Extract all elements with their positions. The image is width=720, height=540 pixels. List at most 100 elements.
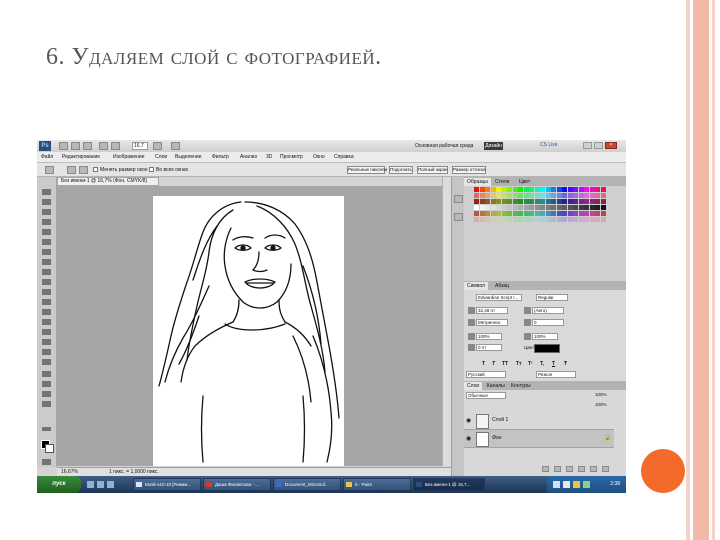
superscript-button[interactable]: T¹ xyxy=(528,361,533,367)
color-swatch[interactable] xyxy=(474,199,479,204)
color-swatch[interactable] xyxy=(540,199,545,204)
tab-character[interactable]: Символ xyxy=(464,282,489,290)
color-swatch[interactable] xyxy=(501,217,507,222)
adjustment-layer-icon[interactable] xyxy=(578,466,585,472)
color-swatch[interactable] xyxy=(573,205,578,210)
color-swatch[interactable] xyxy=(496,205,501,210)
color-swatch[interactable] xyxy=(600,187,606,192)
color-swatch[interactable] xyxy=(485,193,490,198)
status-zoom[interactable]: 16,67% xyxy=(61,468,78,476)
start-button[interactable]: пуск xyxy=(37,476,81,493)
color-swatch[interactable] xyxy=(507,193,512,198)
tray-icon[interactable] xyxy=(573,481,580,488)
color-swatch[interactable] xyxy=(551,199,556,204)
color-swatch[interactable] xyxy=(490,199,496,204)
color-swatch[interactable] xyxy=(589,193,595,198)
menu-filter[interactable]: Фильтр xyxy=(212,154,229,160)
close-button[interactable]: × xyxy=(605,142,617,149)
color-swatch[interactable] xyxy=(556,211,562,216)
color-swatch[interactable] xyxy=(496,187,501,192)
color-swatch[interactable] xyxy=(551,211,556,216)
actual-pixels-button[interactable]: Реальные пиксели xyxy=(347,166,387,174)
color-swatch[interactable] xyxy=(589,217,595,222)
menu-view[interactable]: Просмотр xyxy=(280,154,303,160)
document-tab[interactable]: Без имени-1 @ 16,7% (Фон, CMYK/8) xyxy=(57,177,159,186)
zoom-out-icon[interactable] xyxy=(79,166,88,174)
color-swatch[interactable] xyxy=(573,211,578,216)
color-swatch[interactable] xyxy=(523,199,529,204)
color-swatch[interactable] xyxy=(529,193,534,198)
color-swatch[interactable] xyxy=(485,187,490,192)
color-swatch[interactable] xyxy=(545,205,551,210)
zoom-in-icon[interactable] xyxy=(67,166,76,174)
eyedropper-tool-icon[interactable] xyxy=(42,239,51,245)
color-swatch[interactable] xyxy=(529,217,534,222)
color-swatch[interactable] xyxy=(512,211,518,216)
blur-tool-icon[interactable] xyxy=(42,309,51,315)
fill-field[interactable]: 100% xyxy=(594,402,612,409)
color-swatch[interactable] xyxy=(534,217,540,222)
color-swatch[interactable] xyxy=(523,217,529,222)
color-swatch[interactable] xyxy=(540,187,545,192)
layer-mask-icon[interactable] xyxy=(566,466,573,472)
color-swatch[interactable] xyxy=(540,217,545,222)
font-size-field[interactable]: 32,48 пт xyxy=(476,307,508,314)
screen-mode-icon[interactable] xyxy=(171,142,180,150)
color-swatch[interactable] xyxy=(551,193,556,198)
language-select[interactable]: Русский xyxy=(466,371,506,378)
color-swatch[interactable] xyxy=(534,199,540,204)
menu-help[interactable]: Справка xyxy=(334,154,354,160)
color-swatch[interactable] xyxy=(512,217,518,222)
fill-screen-button[interactable]: Полный экран xyxy=(417,166,448,174)
tracking-field[interactable]: 0 xyxy=(532,319,564,326)
font-family-select[interactable]: Edwardian Script I... xyxy=(476,294,522,301)
color-swatch[interactable] xyxy=(512,205,518,210)
delete-layer-icon[interactable] xyxy=(602,466,609,472)
color-swatch[interactable] xyxy=(600,205,606,210)
history-brush-tool-icon[interactable] xyxy=(42,279,51,285)
color-swatch[interactable] xyxy=(545,187,551,192)
color-swatch[interactable] xyxy=(507,187,512,192)
default-colors-icon[interactable] xyxy=(42,427,51,431)
color-swatch[interactable] xyxy=(545,193,551,198)
baseline-shift-field[interactable]: 0 пт xyxy=(476,344,502,351)
color-swatch[interactable] xyxy=(589,199,595,204)
hand-tool-icon[interactable] xyxy=(42,391,51,397)
color-swatch[interactable] xyxy=(534,211,540,216)
tray-icon[interactable] xyxy=(563,481,570,488)
menu-window[interactable]: Окно xyxy=(313,154,325,160)
color-swatch[interactable] xyxy=(490,217,496,222)
color-swatch[interactable] xyxy=(529,205,534,210)
color-swatch[interactable] xyxy=(562,199,567,204)
color-swatch[interactable] xyxy=(474,211,479,216)
all-caps-button[interactable]: TT xyxy=(502,361,508,367)
color-swatch[interactable] xyxy=(507,217,512,222)
color-swatch[interactable] xyxy=(490,205,496,210)
tab-swatches[interactable]: Образцы xyxy=(464,178,492,186)
small-caps-button[interactable]: Tт xyxy=(516,361,522,367)
color-swatch[interactable] xyxy=(589,187,595,192)
cs-live-button[interactable]: CS Live xyxy=(540,142,558,148)
minimize-button[interactable] xyxy=(583,142,592,149)
zoom-tool-preset-icon[interactable] xyxy=(45,166,54,174)
color-swatch[interactable] xyxy=(518,199,523,204)
taskbar-button[interactable]: Mosk-s10-10 [Режим... xyxy=(133,478,201,491)
color-swatch[interactable] xyxy=(479,199,485,204)
color-swatch[interactable] xyxy=(518,211,523,216)
color-swatch[interactable] xyxy=(540,205,545,210)
visibility-eye-icon[interactable]: ◉ xyxy=(466,435,471,442)
color-swatch[interactable] xyxy=(540,211,545,216)
quick-mask-icon[interactable] xyxy=(42,459,51,465)
text-color-swatch[interactable] xyxy=(534,344,560,353)
color-swatch[interactable] xyxy=(518,187,523,192)
color-swatch[interactable] xyxy=(584,205,589,210)
mini-bridge-icon[interactable] xyxy=(71,142,80,150)
color-swatch[interactable] xyxy=(551,217,556,222)
color-swatch[interactable] xyxy=(545,199,551,204)
tab-paragraph[interactable]: Абзац xyxy=(492,282,512,290)
color-swatch[interactable] xyxy=(556,193,562,198)
color-swatch[interactable] xyxy=(474,187,479,192)
marquee-tool-icon[interactable] xyxy=(42,199,51,205)
visibility-eye-icon[interactable]: ◉ xyxy=(466,417,471,424)
opacity-field[interactable]: 100% xyxy=(594,392,612,399)
